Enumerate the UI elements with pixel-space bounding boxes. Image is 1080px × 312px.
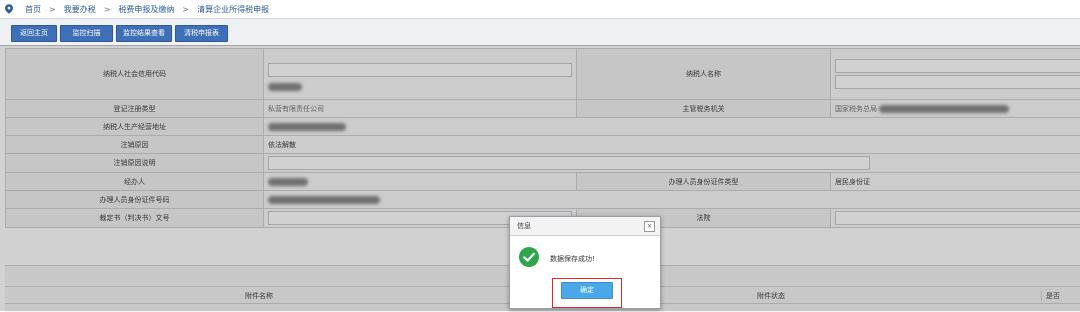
ok-button-highlight: 确定	[552, 278, 622, 308]
breadcrumb-home[interactable]: 首页	[25, 4, 41, 15]
monitor-result-button[interactable]: 监控结果查看	[116, 25, 172, 42]
dialog-body: 数据保存成功!	[510, 236, 660, 278]
tax-form-button[interactable]: 清税申报表	[175, 25, 228, 42]
dialog-titlebar: 信息 ×	[510, 217, 660, 236]
dialog-message: 数据保存成功!	[550, 254, 595, 264]
breadcrumb-current: 清算企业所得税申报	[197, 4, 269, 15]
breadcrumb-separator: >	[104, 5, 111, 14]
close-icon[interactable]: ×	[644, 221, 655, 232]
success-check-icon	[519, 247, 539, 267]
monitor-scan-button[interactable]: 监控扫描	[60, 25, 113, 42]
dialog-title: 信息	[517, 221, 531, 231]
breadcrumb-separator: >	[182, 5, 189, 14]
breadcrumb-tax-services[interactable]: 我要办税	[64, 4, 96, 15]
breadcrumb-separator: >	[49, 5, 56, 14]
toolbar: 返回主页 监控扫描 监控结果查看 清税申报表	[0, 18, 1080, 46]
confirm-button[interactable]: 确定	[561, 282, 613, 299]
back-home-button[interactable]: 返回主页	[11, 25, 57, 42]
breadcrumb-declaration[interactable]: 税费申报及缴纳	[118, 4, 174, 15]
location-pin-icon	[5, 4, 13, 14]
breadcrumb: 首页 > 我要办税 > 税费申报及缴纳 > 清算企业所得税申报	[0, 0, 1080, 18]
